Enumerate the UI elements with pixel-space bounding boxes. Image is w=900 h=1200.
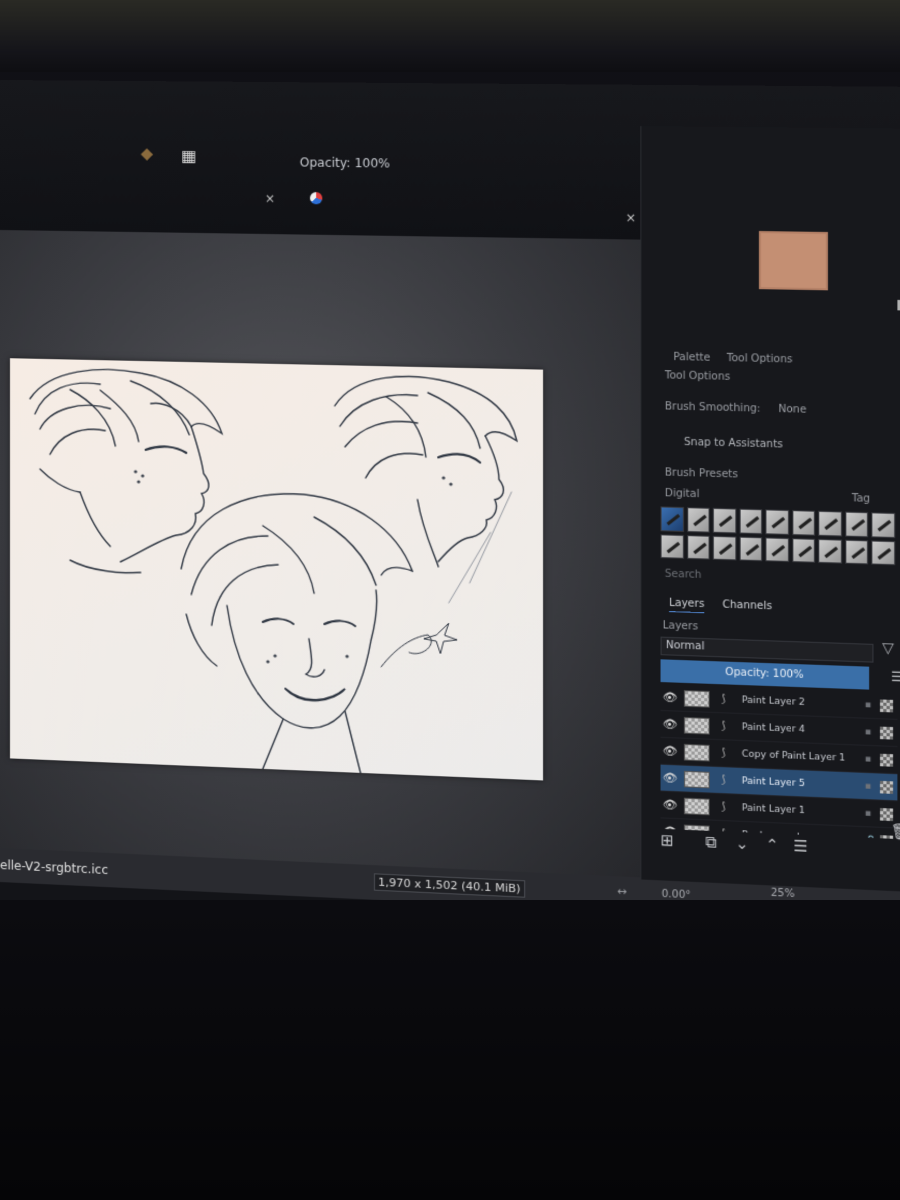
artwork-canvas[interactable] xyxy=(9,358,544,781)
brush-preset[interactable] xyxy=(871,512,896,538)
eye-icon[interactable]: 👁 xyxy=(661,690,680,704)
lock-icon[interactable]: ▪ xyxy=(865,808,880,819)
add-layer-button[interactable]: ⊞ xyxy=(661,831,674,850)
brush-presets-title: Brush Presets xyxy=(664,467,738,481)
eye-icon[interactable]: 👁 xyxy=(661,744,680,758)
layer-name[interactable]: Paint Layer 5 xyxy=(742,776,865,791)
eye-icon[interactable]: 👁 xyxy=(661,717,680,731)
paint-layer-icon: ⟆ xyxy=(721,774,726,786)
layer-thumbnail xyxy=(683,797,710,815)
paint-layer-icon: ⟆ xyxy=(721,693,726,706)
lock-icon[interactable]: ▪ xyxy=(865,754,880,765)
lock-icon[interactable]: ▪ xyxy=(865,781,880,792)
alpha-lock-icon[interactable] xyxy=(879,807,894,821)
layer-thumbnail xyxy=(683,689,710,708)
canvas-area[interactable] xyxy=(0,230,641,901)
lock-icon[interactable]: 🔒 xyxy=(865,835,880,839)
brush-preset[interactable] xyxy=(792,537,816,563)
eye-icon[interactable]: 👁 xyxy=(661,771,680,785)
brush-preset[interactable] xyxy=(792,510,816,536)
right-docker-panel: Palette Tool Options Tool Options Brush … xyxy=(640,126,900,893)
eye-icon[interactable]: 👁 xyxy=(661,798,680,812)
zoom-readout[interactable]: 25% xyxy=(771,888,795,901)
tab-palette[interactable]: Palette xyxy=(673,352,710,364)
alpha-lock-icon[interactable] xyxy=(879,726,894,740)
brush-preset[interactable] xyxy=(871,539,896,566)
resize-arrows-icon[interactable]: ↔ xyxy=(617,885,627,899)
tab-layers[interactable]: Layers xyxy=(669,597,705,614)
brush-preset[interactable] xyxy=(712,535,737,561)
duplicate-layer-button[interactable]: ⧉ xyxy=(705,833,716,852)
brush-preset[interactable] xyxy=(818,510,842,536)
layer-name[interactable]: Paint Layer 2 xyxy=(742,695,865,710)
move-layer-up-button[interactable]: ⌃ xyxy=(765,835,779,854)
monitor-bezel xyxy=(0,0,900,72)
brush-tag-select[interactable]: Digital xyxy=(665,488,700,500)
alpha-lock-icon[interactable] xyxy=(879,753,894,767)
tab-tool-options[interactable]: Tool Options xyxy=(727,353,793,366)
snap-to-assistants-checkbox[interactable]: Snap to Assistants xyxy=(684,437,783,451)
image-size-label[interactable]: 1,970 x 1,502 (40.1 MiB) xyxy=(373,873,525,898)
layer-name[interactable]: Paint Layer 1 xyxy=(742,803,865,819)
brush-preset[interactable] xyxy=(739,508,763,534)
brush-preset[interactable] xyxy=(660,506,684,532)
lock-icon[interactable]: ▪ xyxy=(865,727,880,738)
close-icon[interactable]: × xyxy=(265,191,275,205)
brush-preset[interactable] xyxy=(686,534,710,560)
brush-preset[interactable] xyxy=(739,536,763,562)
layer-thumbnail xyxy=(683,770,710,788)
layer-name[interactable]: Paint Layer 4 xyxy=(742,722,865,737)
brush-search-input[interactable]: Search xyxy=(665,569,702,582)
filter-icon[interactable]: ▽ xyxy=(882,640,894,657)
delete-layer-button[interactable]: 🗑 xyxy=(891,822,900,842)
paint-layer-icon: ⟆ xyxy=(721,720,726,733)
layer-thumbnail xyxy=(683,743,710,761)
brush-tip-icon[interactable]: ◆ xyxy=(141,143,153,162)
brush-preset[interactable] xyxy=(660,533,684,559)
color-profile-label: elle-V2-srgbtrc.icc xyxy=(0,858,109,878)
desk-reflection xyxy=(0,900,900,1200)
layer-properties-button[interactable]: ☰ xyxy=(793,837,808,856)
layer-thumbnail xyxy=(683,716,710,735)
move-layer-down-button[interactable]: ⌄ xyxy=(735,834,748,853)
blend-mode-select[interactable]: Normal xyxy=(660,636,874,663)
overview-thumbnail[interactable] xyxy=(758,231,828,291)
color-selector-icon[interactable] xyxy=(309,192,323,205)
brush-smoothing-label: Brush Smoothing: xyxy=(664,401,761,415)
sketch-artwork xyxy=(10,358,543,780)
brush-preset[interactable] xyxy=(765,536,789,562)
brush-smoothing-select[interactable]: None xyxy=(778,404,806,416)
brush-preset[interactable] xyxy=(686,507,710,533)
tab-channels[interactable]: Channels xyxy=(722,599,772,612)
brush-preset[interactable] xyxy=(845,539,869,565)
layers-title: Layers xyxy=(662,620,698,633)
krita-window: ◆ ▦ Opacity: 100% × × elle-V2-srgbtrc.ic… xyxy=(0,80,900,945)
close-icon[interactable]: × xyxy=(625,211,636,226)
paint-layer-icon: ⟆ xyxy=(721,747,726,760)
brush-preset[interactable] xyxy=(845,511,869,537)
layer-name[interactable]: Copy of Paint Layer 1 xyxy=(742,749,865,764)
pattern-icon[interactable]: ▦ xyxy=(181,146,196,165)
brush-preset[interactable] xyxy=(765,509,789,535)
layer-list: 👁 ⟆ Paint Layer 2 ▪ 👁 ⟆ Paint Layer 4 ▪ xyxy=(660,684,898,840)
alpha-lock-icon[interactable] xyxy=(879,698,894,712)
monitor: ◆ ▦ Opacity: 100% × × elle-V2-srgbtrc.ic… xyxy=(0,0,900,1200)
toolbar-opacity[interactable]: Opacity: 100% xyxy=(300,155,390,170)
brush-preset[interactable] xyxy=(818,538,842,564)
paint-layer-icon: ⟆ xyxy=(721,801,726,813)
lock-icon[interactable]: ▪ xyxy=(865,699,880,710)
alpha-lock-icon[interactable] xyxy=(879,780,894,794)
brush-preset-grid xyxy=(660,506,896,566)
brush-preset[interactable] xyxy=(712,507,737,533)
tag-button[interactable]: Tag xyxy=(852,493,870,505)
tool-options-title: Tool Options xyxy=(664,370,731,383)
menu-icon[interactable]: ☰ xyxy=(891,670,900,686)
